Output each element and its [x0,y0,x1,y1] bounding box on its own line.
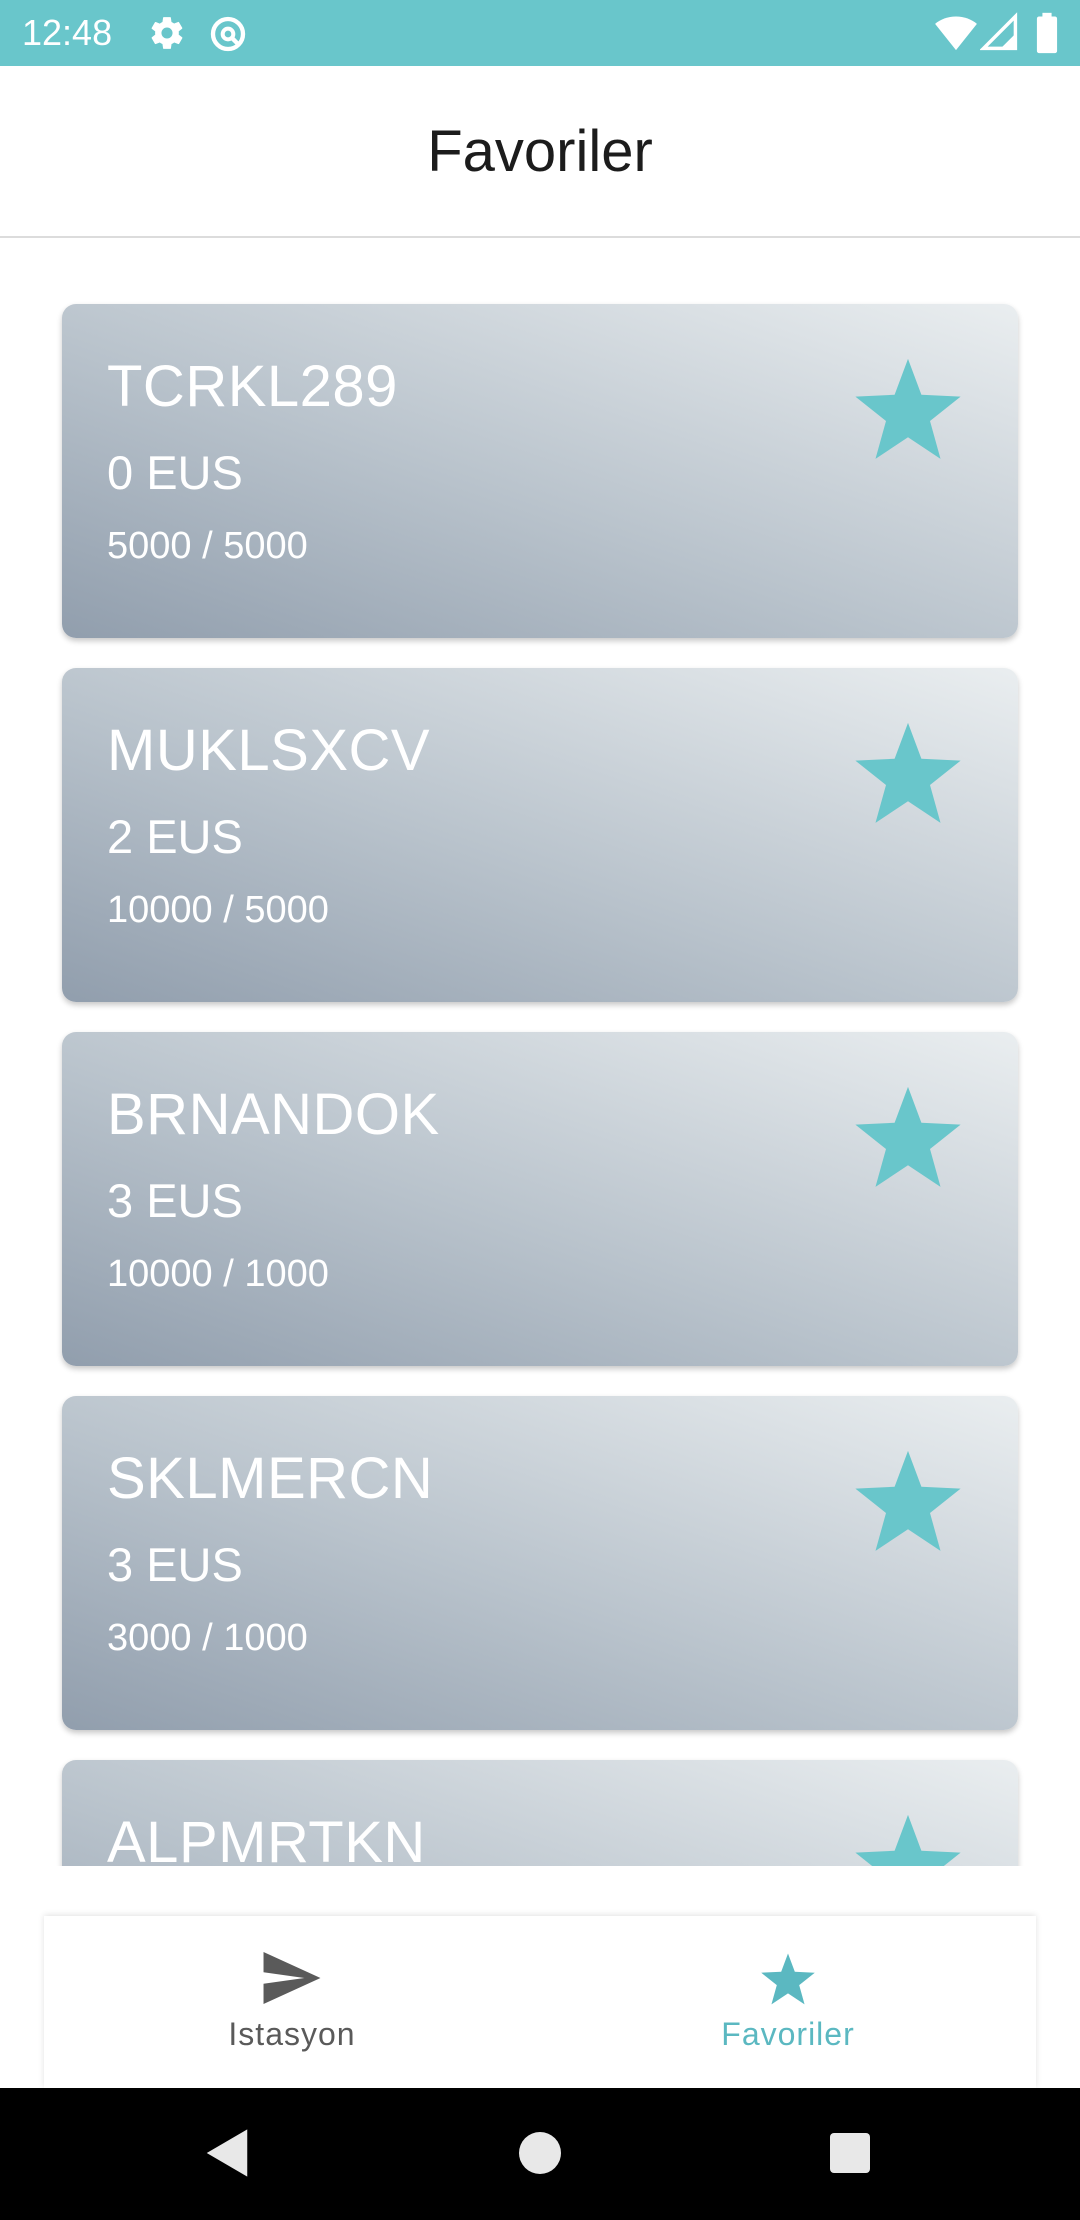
battery-icon [1036,12,1058,59]
title-bar: Favoriler [0,66,1080,238]
gear-icon [148,14,186,57]
page-title: Favoriler [427,119,653,184]
star-icon[interactable] [850,1084,966,1194]
favorite-card[interactable]: BRNANDOK 3 EUS 10000 / 1000 [62,1032,1018,1366]
star-icon [761,1953,815,2005]
favorites-list[interactable]: TCRKL289 0 EUS 5000 / 5000 MUKLSXCV 2 EU… [0,238,1080,1866]
star-icon[interactable] [850,720,966,830]
station-capacity: 10000 / 5000 [107,889,329,931]
station-name: ALPMRTKN [107,1810,426,1866]
signal-icon [979,12,1018,57]
station-price: 0 EUS [107,446,243,499]
station-name: BRNANDOK [107,1082,440,1147]
station-capacity: 10000 / 1000 [107,1253,329,1295]
sync-icon [208,14,248,59]
station-price: 3 EUS [107,1174,243,1227]
status-time: 12:48 [22,12,113,53]
station-capacity: 3000 / 1000 [107,1617,308,1659]
star-icon[interactable] [850,356,966,466]
station-name: MUKLSXCV [107,718,431,783]
nav-item-istasyon[interactable]: Istasyon [44,1916,540,2088]
wifi-icon [934,12,978,57]
station-price: 2 EUS [107,810,243,863]
favorite-card[interactable]: MUKLSXCV 2 EUS 10000 / 5000 [62,668,1018,1002]
favorite-card[interactable]: ALPMRTKN [62,1760,1018,1866]
send-icon [263,1952,321,2004]
status-bar: 12:48 [0,0,1080,66]
star-icon[interactable] [850,1812,966,1866]
recents-icon[interactable] [828,2126,872,2180]
station-name: SKLMERCN [107,1446,434,1511]
home-icon[interactable] [518,2126,562,2180]
bottom-navigation: Istasyon Favoriler [44,1916,1036,2088]
favorite-card[interactable]: SKLMERCN 3 EUS 3000 / 1000 [62,1396,1018,1730]
favorite-card[interactable]: TCRKL289 0 EUS 5000 / 5000 [62,304,1018,638]
station-capacity: 5000 / 5000 [107,525,308,567]
station-name: TCRKL289 [107,354,398,419]
star-icon[interactable] [850,1448,966,1558]
station-price: 3 EUS [107,1538,243,1591]
nav-item-favoriler[interactable]: Favoriler [540,1916,1036,2088]
nav-label: Favoriler [721,2016,855,2052]
back-icon[interactable] [202,2126,252,2180]
system-navigation-bar [0,2088,1080,2220]
nav-label: Istasyon [228,2016,356,2052]
